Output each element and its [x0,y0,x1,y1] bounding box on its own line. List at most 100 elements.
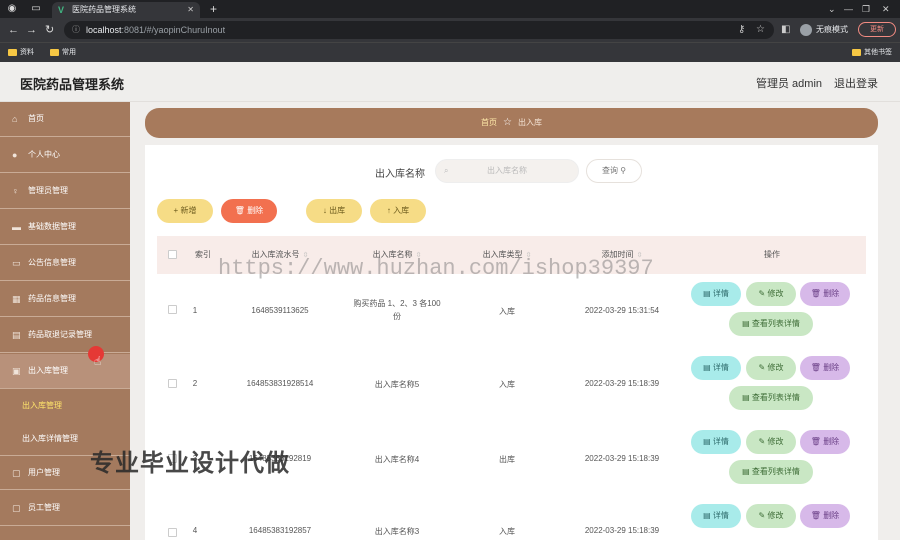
cell-type: 出库 [499,455,515,464]
search-input[interactable]: ⌕ 出入库名称 [435,159,579,183]
delete-label: 删除 [247,206,264,215]
detail-button[interactable]: ▤ 详情 [691,356,741,380]
cell-serial: 16485383192857 [248,526,312,535]
drug-icon: ▦ [12,294,21,304]
edit-label: 修改 [767,437,784,446]
info-icon[interactable]: ⓘ [72,21,80,39]
minimize-icon[interactable]: — [844,2,853,16]
sidebar-item-home[interactable]: ⌂ 首页 [0,102,130,137]
stock-in-button[interactable]: ↑ 入库 [370,199,426,223]
profile-label: 无痕模式 [816,25,848,34]
bookmark-star-icon[interactable]: ☆ [756,23,765,37]
sidebar-item-inout[interactable]: ▣ 出入库管理 [0,354,130,389]
arrow-down-icon: ↓ [322,206,327,215]
breadcrumb-current: 出入库 [517,118,542,127]
list-detail-button[interactable]: ▤ 查看列表详情 [729,460,813,484]
th-index: 索引 [195,250,211,259]
submenu-inout[interactable]: 出入库管理 [0,389,130,422]
notice-icon: ▭ [12,258,21,268]
edit-button[interactable]: ✎ 修改 [746,282,796,306]
detail-label: 详情 [712,511,729,520]
row-delete-button[interactable]: 🗑 删除 [800,504,850,528]
list-detail-button[interactable]: ▤ 查看列表详情 [729,312,813,336]
close-tab-icon[interactable]: ✕ [187,2,194,18]
select-all-checkbox[interactable] [168,250,177,259]
admin-label: 管理员 admin [756,78,823,90]
app-header: 医院药品管理系统 管理员 admin 退出登录 [0,62,900,102]
table-row: 2 164853831928514 出入库名称5 入库 2022-03-29 1… [157,350,866,416]
cell-index: 4 [192,526,198,535]
sidebar-item-admin[interactable]: ♀ 管理员管理 [0,174,130,209]
bookmark-folder[interactable]: 常用 [50,46,76,59]
detail-button[interactable]: ▤ 详情 [691,504,741,528]
breadcrumb-home[interactable]: 首页 [481,118,497,127]
logout-link[interactable]: 退出登录 [834,75,878,91]
pencil-icon: ✎ [758,289,766,298]
add-button[interactable]: + 新增 [157,199,213,223]
cell-name: 出入库名称4 [374,455,420,464]
search-button-label: 查询 [601,166,618,175]
detail-button[interactable]: ▤ 详情 [691,282,741,306]
sidebar-item-label: 首页 [28,114,44,123]
incognito-profile[interactable]: 无痕模式 [800,22,848,38]
sidebar-item-staff[interactable]: ▢ 员工管理 [0,491,130,526]
tab-list-icon[interactable]: ▭ [30,3,42,15]
cell-name-line: 份 [393,312,401,321]
breadcrumb: 首页 ☆ 出入库 [145,108,878,138]
other-bookmarks[interactable]: 其他书签 [852,46,892,59]
detail-label: 详情 [712,437,729,446]
detail-label: 详情 [712,363,729,372]
sidebar-item-label: 药品取退记录管理 [28,330,92,339]
edit-button[interactable]: ✎ 修改 [746,430,796,454]
row-checkbox[interactable] [168,305,177,314]
edit-button[interactable]: ✎ 修改 [746,356,796,380]
delete-button[interactable]: 🗑 删除 [221,199,277,223]
sidebar-icon[interactable]: ◧ [781,23,790,37]
url-bar[interactable]: ⓘ localhost:8081/#/yaopinChuruInout [64,21,774,39]
reload-icon[interactable]: ↻ [45,23,54,37]
sidebar-item-notice[interactable]: ▭ 公告信息管理 [0,246,130,281]
browser-tab[interactable]: V 医院药品管理系统 ✕ [52,2,200,18]
detail-button[interactable]: ▤ 详情 [691,430,741,454]
pencil-icon: ✎ [758,363,766,372]
folder-icon [852,49,861,56]
sidebar-item-label: 个人中心 [28,150,60,159]
forward-icon[interactable]: → [26,23,37,37]
url-host: localhost [86,25,122,35]
row-delete-button[interactable]: 🗑 删除 [800,356,850,380]
cell-serial: 164853831928514 [246,379,314,388]
sidebar-item-basic-data[interactable]: ▬ 基础数据管理 [0,210,130,245]
back-icon[interactable]: ← [8,23,19,37]
edit-button[interactable]: ✎ 修改 [746,504,796,528]
row-delete-button[interactable]: 🗑 删除 [800,282,850,306]
update-button[interactable]: 更新 [858,22,896,37]
row-checkbox[interactable] [168,528,177,537]
sidebar-item-drug-info[interactable]: ▦ 药品信息管理 [0,282,130,317]
row-delete-button[interactable]: 🗑 删除 [800,430,850,454]
doc-icon: ▤ [742,319,750,328]
chevron-down-icon[interactable]: ⌄ [828,2,836,16]
close-window-icon[interactable]: ✕ [882,2,890,16]
row-checkbox[interactable] [168,379,177,388]
key-icon[interactable]: ⚷ [738,23,745,37]
search-button[interactable]: 查询 ⚲ [586,159,642,183]
list-detail-label: 查看列表详情 [751,319,800,328]
restore-icon[interactable]: ❐ [862,2,870,16]
sidebar-item-drug-record[interactable]: ▤ 药品取退记录管理 [0,318,130,353]
cell-index: 1 [192,306,198,315]
sidebar-item-profile[interactable]: ● 个人中心 [0,138,130,173]
cell-index: 2 [192,379,198,388]
table-row: 1 1648539113625 购买药品 1、2、3 各100 份 入库 2022… [157,277,866,343]
list-detail-button[interactable]: ▤ 查看列表详情 [729,386,813,410]
browser-menu-icon[interactable]: ◉ [6,3,18,15]
table-row: 4 16485383192857 出入库名称3 入库 2022-03-29 15… [157,500,866,540]
bookmark-folder[interactable]: 资料 [8,46,34,59]
stock-out-button[interactable]: ↓ 出库 [306,199,362,223]
new-tab-icon[interactable]: + [210,1,217,17]
th-actions: 操作 [764,250,780,259]
bookmark-label: 其他书签 [864,49,892,56]
cell-type: 入库 [499,380,515,389]
trash-icon: 🗑 [810,437,821,446]
row-delete-label: 删除 [823,363,840,372]
doc-icon: ▤ [703,437,711,446]
